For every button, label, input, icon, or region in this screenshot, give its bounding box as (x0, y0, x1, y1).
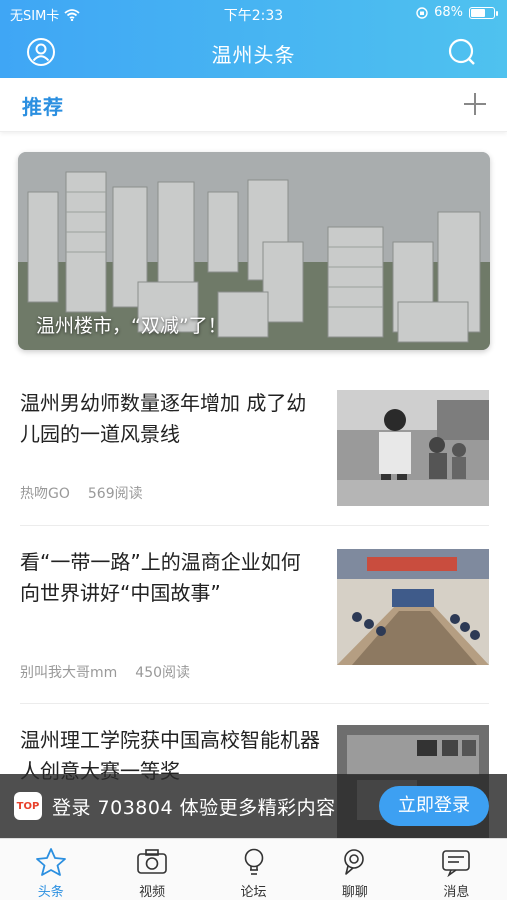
tab-label: 论坛 (240, 885, 267, 900)
article-item[interactable]: 温州男幼师数量逐年增加 成了幼儿园的一道风景线 热吻GO 569阅读 (0, 388, 507, 563)
banner-card[interactable]: 温州楼市，“双减”了！ (18, 152, 490, 350)
nav-bar: 温州头条 (0, 30, 507, 74)
article-title: 看“一带一路”上的温商企业如何向世界讲好“中国故事” (20, 550, 301, 605)
tab-label: 头条 (37, 885, 64, 900)
tab-headlines[interactable]: 头条 (0, 839, 101, 900)
article-reads: 450阅读 (135, 665, 191, 681)
tab-chat[interactable]: 聊聊 (304, 839, 405, 900)
banner-caption: 温州楼市，“双减”了！ (36, 315, 227, 337)
orientation-lock-icon (416, 6, 428, 19)
app-logo-text: TOP (16, 800, 40, 812)
tab-recommend[interactable]: 推荐 (22, 91, 64, 120)
divider (20, 703, 489, 704)
article-meta: 热吻GO 569阅读 (20, 483, 143, 503)
lightbulb-icon (244, 848, 263, 875)
login-prompt-message: 登录 703804 体验更多精彩内容 (52, 797, 336, 819)
search-button[interactable] (447, 37, 477, 67)
tab-label: 消息 (443, 885, 470, 900)
channel-bar: 推荐 (0, 78, 507, 132)
article-thumbnail (337, 390, 489, 506)
page-title: 温州头条 (211, 43, 296, 67)
tab-label: 视频 (139, 885, 166, 900)
battery-percent: 68% (434, 5, 463, 20)
tab-label: 聊聊 (341, 885, 368, 900)
message-icon (442, 850, 471, 877)
tab-messages[interactable]: 消息 (406, 839, 507, 900)
battery-icon (469, 6, 498, 19)
app-logo-icon: TOP (14, 792, 42, 820)
divider (20, 525, 489, 526)
battery-fill (471, 8, 485, 17)
login-prompt-bar: TOP 登录 703804 体验更多精彩内容 立即登录 (0, 774, 507, 838)
article-source: 别叫我大哥mm (20, 665, 118, 681)
article-source: 热吻GO (20, 486, 70, 502)
search-icon (448, 38, 475, 65)
article-thumbnail (337, 549, 489, 665)
star-icon (35, 848, 66, 876)
article-item[interactable]: 看“一带一路”上的温商企业如何向世界讲好“中国故事” 别叫我大哥mm 450阅读 (0, 547, 507, 722)
article-meta: 别叫我大哥mm 450阅读 (20, 662, 190, 682)
camera-icon (137, 849, 167, 874)
bottom-tab-bar: 头条 视频 论坛 聊聊 消息 (0, 838, 507, 900)
article-reads: 569阅读 (87, 486, 143, 502)
news-feed[interactable]: 温州楼市，“双减”了！ 温州男幼师数量逐年增加 成了幼儿园的一道风景线 热吻GO… (0, 132, 507, 844)
article-title: 温州男幼师数量逐年增加 成了幼儿园的一道风景线 (20, 391, 307, 446)
tab-forum[interactable]: 论坛 (203, 839, 304, 900)
top-header: 无SIM卡 下午2:33 68% 温州头条 (0, 0, 507, 78)
tab-video[interactable]: 视频 (101, 839, 202, 900)
status-bar: 无SIM卡 下午2:33 68% (0, 0, 507, 26)
login-now-button[interactable]: 立即登录 (379, 786, 489, 826)
plus-icon[interactable] (461, 90, 489, 118)
chat-bubble-icon (344, 849, 364, 875)
